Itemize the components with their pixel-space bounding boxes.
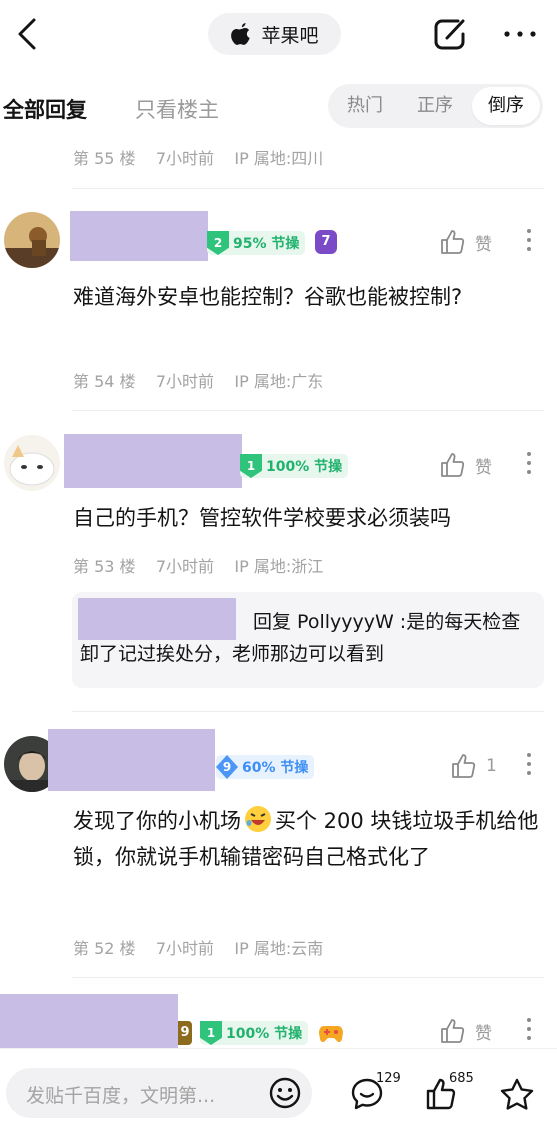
avatar[interactable] [4, 212, 60, 268]
level-badge: 9 60% 节操 [216, 755, 315, 779]
post-more-icon[interactable] [524, 229, 534, 255]
username-redacted [0, 994, 178, 1048]
tab-only-op[interactable]: 只看楼主 [135, 94, 219, 124]
integrity-text: 60% 节操 [242, 760, 309, 776]
level-number: 2 [207, 231, 229, 255]
top-bar: 苹果吧 [0, 0, 557, 70]
like-count-total: 685 [449, 1071, 474, 1086]
like-button[interactable]: 赞 [439, 452, 492, 478]
divider [72, 977, 544, 978]
username-redacted [70, 211, 208, 261]
back-arrow-icon[interactable] [14, 16, 42, 52]
edit-icon[interactable] [430, 14, 470, 54]
post-content: 自己的手机？管控软件学校要求必须装吗 [73, 506, 451, 530]
sort-hot[interactable]: 热门 [334, 84, 396, 128]
like-button[interactable]: 赞 [439, 1018, 492, 1044]
username-redacted [48, 729, 215, 791]
emoji-icon[interactable] [268, 1076, 302, 1110]
forum-name-pill[interactable]: 苹果吧 [208, 13, 341, 55]
laughing-emoji-icon [245, 806, 271, 832]
sub-reply[interactable]: 回复 PollyyyyW :是的每天检查卸了记过挨处分，老师那边可以看到 [72, 592, 544, 688]
sort-descending[interactable]: 倒序 [472, 87, 540, 125]
post-meta: 第 54 楼 7小时前 IP 属地:广东 [73, 372, 324, 391]
thumbs-up-icon [452, 754, 476, 778]
sub-reply-text: 回复 PollyyyyW :是的每天检查卸了记过挨处分，老师那边可以看到 [80, 611, 521, 665]
thumbs-up-icon [441, 230, 465, 254]
post-content: 发现了你的小机场 买个 200 块钱垃圾手机给他锁，你就说手机输错密码自己格式化了 [73, 803, 539, 875]
like-label: 赞 [475, 457, 492, 478]
comment-count: 129 [376, 1071, 401, 1086]
integrity-text: 100% 节操 [226, 1026, 303, 1042]
avatar[interactable] [4, 435, 60, 491]
post-more-icon[interactable] [524, 452, 534, 478]
thumbs-up-icon [441, 1019, 465, 1043]
member-badge-icon: 7 [315, 230, 337, 254]
level-badge: 1 100% 节操 [240, 454, 349, 478]
divider [72, 711, 544, 712]
like-button[interactable]: 1 [450, 753, 497, 779]
reply-filter-bar: 全部回复 只看楼主 热门 正序 倒序 [0, 80, 557, 134]
star-icon[interactable] [499, 1077, 535, 1113]
post-more-icon[interactable] [524, 753, 534, 779]
like-button[interactable]: 赞 [439, 229, 492, 255]
level-badge: 2 95% 节操 [207, 231, 306, 255]
reply-input[interactable]: 发贴千百度，文明第... [6, 1068, 312, 1118]
integrity-text: 95% 节操 [233, 236, 300, 252]
username-redacted [64, 434, 242, 488]
level-number: 1 [200, 1021, 222, 1045]
level-badge: 1 100% 节操 [200, 1021, 309, 1045]
more-options-icon[interactable] [500, 18, 540, 50]
post-meta: 第 52 楼 7小时前 IP 属地:云南 [73, 939, 324, 958]
reply-input-placeholder: 发贴千百度，文明第... [26, 1085, 216, 1107]
level-number: 9 [216, 755, 238, 779]
divider [72, 410, 544, 411]
sort-toggle: 热门 正序 倒序 [328, 84, 543, 128]
level-prefix-badge: 9 [178, 1021, 192, 1045]
level-number: 1 [240, 454, 262, 478]
post-content-part: 发现了你的小机场 [73, 809, 241, 833]
bottom-action-bar: 发贴千百度，文明第... 129 685 [0, 1048, 557, 1128]
tab-all-replies[interactable]: 全部回复 [3, 94, 87, 124]
divider [72, 188, 544, 189]
gamepad-icon [319, 1026, 343, 1043]
apple-logo-icon [231, 23, 251, 45]
thumbs-up-icon [441, 453, 465, 477]
like-count: 1 [486, 756, 497, 776]
post-content: 难道海外安卓也能控制？谷歌也能被控制? [73, 285, 463, 309]
like-label: 赞 [475, 234, 492, 255]
like-label: 赞 [475, 1023, 492, 1044]
post-meta: 第 55 楼 7小时前 IP 属地:四川 [73, 149, 324, 168]
sort-ascending[interactable]: 正序 [404, 84, 466, 128]
forum-name: 苹果吧 [261, 24, 319, 47]
integrity-text: 100% 节操 [266, 459, 343, 475]
post-meta: 第 53 楼 7小时前 IP 属地:浙江 [73, 557, 324, 576]
post-more-icon[interactable] [524, 1018, 534, 1044]
